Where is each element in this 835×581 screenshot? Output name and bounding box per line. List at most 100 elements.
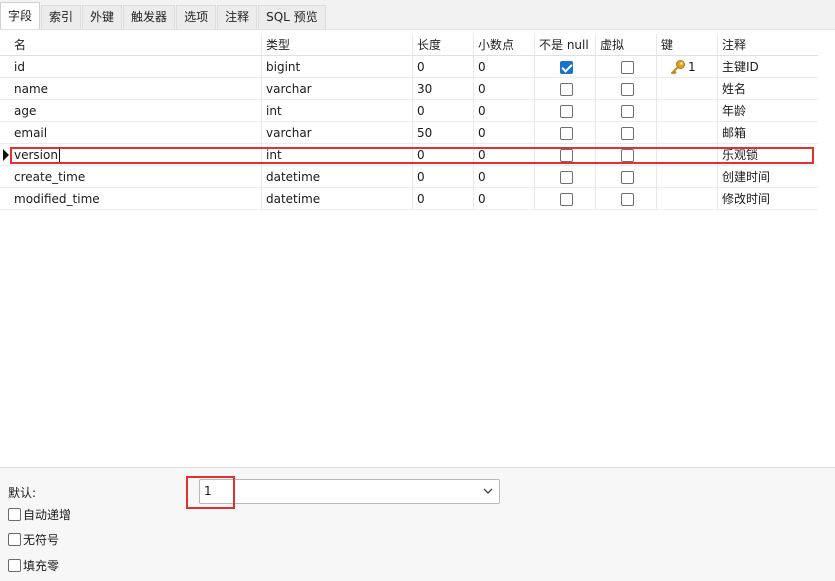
header-name[interactable]: 名: [10, 34, 262, 56]
row-indicator: [0, 100, 10, 122]
field-length[interactable]: 0: [413, 100, 474, 122]
highlight-box-default: [186, 476, 235, 509]
field-comment[interactable]: 修改时间: [718, 188, 818, 210]
not-null-checkbox[interactable]: [560, 61, 573, 74]
row-indicator: [0, 56, 10, 78]
header-type[interactable]: 类型: [262, 34, 413, 56]
virtual-checkbox[interactable]: [621, 83, 634, 96]
field-comment[interactable]: 姓名: [718, 78, 818, 100]
tab-options[interactable]: 选项: [176, 5, 217, 29]
field-name[interactable]: modified_time: [10, 188, 262, 210]
not-null-checkbox[interactable]: [560, 127, 573, 140]
virtual-cell: [596, 56, 657, 78]
field-type[interactable]: varchar: [262, 78, 413, 100]
field-comment[interactable]: 主键ID: [718, 56, 818, 78]
virtual-cell: [596, 100, 657, 122]
table-row[interactable]: name varchar 30 0 姓名: [0, 78, 835, 100]
header-comment[interactable]: 注释: [718, 34, 818, 56]
field-decimals[interactable]: 0: [474, 100, 535, 122]
header-key[interactable]: 键: [657, 34, 718, 56]
table-row[interactable]: age int 0 0 年龄: [0, 100, 835, 122]
not-null-cell: [535, 166, 596, 188]
field-length[interactable]: 0: [413, 166, 474, 188]
field-length[interactable]: 0: [413, 56, 474, 78]
tab-foreign-keys[interactable]: 外键: [82, 5, 123, 29]
tab-sql-preview[interactable]: SQL 预览: [258, 5, 326, 29]
not-null-cell: [535, 188, 596, 210]
field-name[interactable]: create_time: [10, 166, 262, 188]
fields-table: 名 类型 长度 小数点 不是 null 虚拟 键 注释 id bigint 0 …: [0, 34, 835, 210]
field-type[interactable]: int: [262, 100, 413, 122]
field-length[interactable]: 50: [413, 122, 474, 144]
field-comment[interactable]: 邮箱: [718, 122, 818, 144]
header-decimals[interactable]: 小数点: [474, 34, 535, 56]
option-unsigned[interactable]: 无符号: [8, 532, 59, 548]
not-null-checkbox[interactable]: [560, 83, 573, 96]
field-decimals[interactable]: 0: [474, 122, 535, 144]
not-null-checkbox[interactable]: [560, 105, 573, 118]
virtual-cell: [596, 188, 657, 210]
tab-fields[interactable]: 字段: [0, 2, 41, 29]
key-cell[interactable]: [657, 188, 718, 210]
virtual-checkbox[interactable]: [621, 127, 634, 140]
virtual-cell: [596, 122, 657, 144]
not-null-checkbox[interactable]: [560, 171, 573, 184]
table-row[interactable]: email varchar 50 0 邮箱: [0, 122, 835, 144]
virtual-cell: [596, 78, 657, 100]
key-order: 1: [688, 60, 696, 74]
unsigned-label: 无符号: [23, 533, 60, 547]
header-not-null[interactable]: 不是 null: [535, 34, 596, 56]
virtual-checkbox[interactable]: [621, 61, 634, 74]
header-length[interactable]: 长度: [413, 34, 474, 56]
field-decimals[interactable]: 0: [474, 166, 535, 188]
zerofill-checkbox[interactable]: [8, 559, 21, 572]
default-label: 默认:: [8, 486, 37, 500]
field-type[interactable]: varchar: [262, 122, 413, 144]
auto-increment-label: 自动递增: [23, 508, 72, 522]
option-auto-increment[interactable]: 自动递增: [8, 507, 71, 523]
tab-indexes[interactable]: 索引: [41, 5, 82, 29]
field-decimals[interactable]: 0: [474, 56, 535, 78]
key-cell[interactable]: [657, 100, 718, 122]
field-name[interactable]: email: [10, 122, 262, 144]
auto-increment-checkbox[interactable]: [8, 508, 21, 521]
virtual-checkbox[interactable]: [621, 193, 634, 206]
tab-comment[interactable]: 注释: [217, 5, 258, 29]
field-name[interactable]: name: [10, 78, 262, 100]
field-name[interactable]: id: [10, 56, 262, 78]
not-null-cell: [535, 78, 596, 100]
field-comment[interactable]: 年龄: [718, 100, 818, 122]
table-row[interactable]: create_time datetime 0 0 创建时间: [0, 166, 835, 188]
field-name[interactable]: age: [10, 100, 262, 122]
field-type[interactable]: bigint: [262, 56, 413, 78]
key-cell[interactable]: 1: [657, 56, 718, 78]
zerofill-label: 填充零: [23, 559, 60, 573]
tab-triggers[interactable]: 触发器: [123, 5, 176, 29]
option-zerofill[interactable]: 填充零: [8, 558, 59, 574]
not-null-cell: [535, 56, 596, 78]
table-row[interactable]: modified_time datetime 0 0 修改时间: [0, 188, 835, 210]
field-decimals[interactable]: 0: [474, 188, 535, 210]
row-indicator: [0, 78, 10, 100]
not-null-checkbox[interactable]: [560, 193, 573, 206]
field-type[interactable]: datetime: [262, 188, 413, 210]
table-row[interactable]: id bigint 0 0 1 主键ID: [0, 56, 835, 78]
row-indicator: [0, 144, 10, 166]
virtual-checkbox[interactable]: [621, 171, 634, 184]
virtual-checkbox[interactable]: [621, 105, 634, 118]
row-indicator: [0, 122, 10, 144]
header-indicator: [0, 34, 10, 56]
header-virtual[interactable]: 虚拟: [596, 34, 657, 56]
field-decimals[interactable]: 0: [474, 78, 535, 100]
field-type[interactable]: datetime: [262, 166, 413, 188]
unsigned-checkbox[interactable]: [8, 533, 21, 546]
field-comment[interactable]: 创建时间: [718, 166, 818, 188]
chevron-down-icon[interactable]: [482, 485, 494, 497]
field-length[interactable]: 0: [413, 188, 474, 210]
key-cell[interactable]: [657, 122, 718, 144]
field-length[interactable]: 30: [413, 78, 474, 100]
key-cell[interactable]: [657, 78, 718, 100]
virtual-cell: [596, 166, 657, 188]
default-value-combobox[interactable]: 1: [199, 479, 500, 504]
key-cell[interactable]: [657, 166, 718, 188]
